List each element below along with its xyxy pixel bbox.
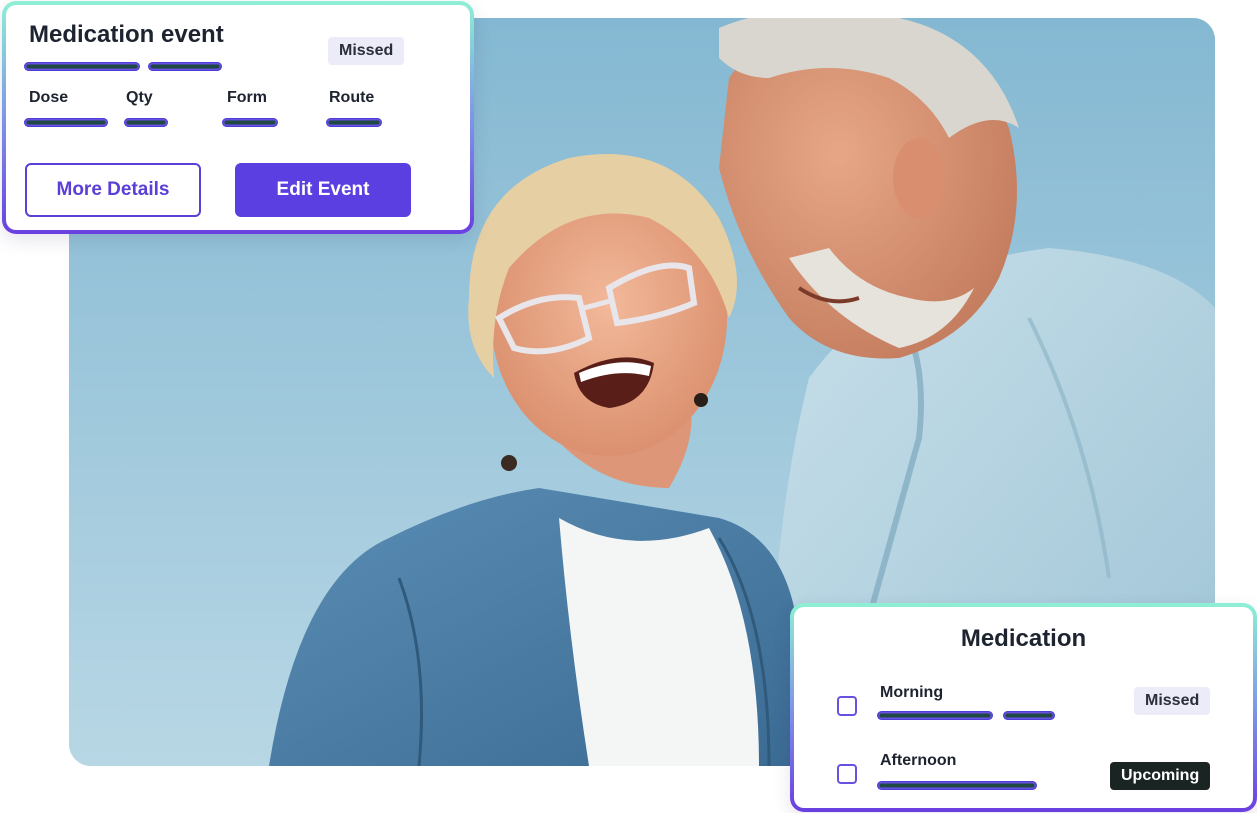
morning-status-badge: Missed — [1134, 687, 1211, 715]
route-value-placeholder — [327, 119, 381, 126]
placeholder-bar — [25, 63, 139, 70]
placeholder-bar — [149, 63, 221, 70]
event-status-badge: Missed — [328, 37, 405, 65]
morning-placeholder-bar — [1004, 712, 1054, 719]
event-card-title: Medication event — [29, 21, 224, 48]
field-label-form: Form — [227, 89, 267, 106]
medication-schedule-card-body: Medication Morning Missed Afternoon Upco… — [794, 607, 1253, 808]
medication-event-card: Medication event Missed Dose Qty Form Ro… — [2, 1, 474, 234]
medication-event-card-body: Medication event Missed Dose Qty Form Ro… — [6, 5, 470, 230]
form-value-placeholder — [223, 119, 277, 126]
morning-placeholder-bar — [878, 712, 992, 719]
afternoon-label: Afternoon — [880, 752, 957, 769]
morning-label: Morning — [880, 684, 944, 701]
afternoon-status-badge: Upcoming — [1110, 762, 1211, 790]
edit-event-button[interactable]: Edit Event — [235, 163, 411, 217]
more-details-button[interactable]: More Details — [25, 163, 201, 217]
qty-value-placeholder — [125, 119, 167, 126]
morning-checkbox[interactable] — [837, 696, 857, 716]
afternoon-placeholder-bar — [878, 782, 1036, 789]
dose-value-placeholder — [25, 119, 107, 126]
field-label-qty: Qty — [126, 89, 153, 106]
field-label-route: Route — [329, 89, 375, 106]
medication-schedule-card: Medication Morning Missed Afternoon Upco… — [790, 603, 1257, 812]
afternoon-checkbox[interactable] — [837, 764, 857, 784]
field-label-dose: Dose — [29, 89, 69, 106]
medication-card-title: Medication — [960, 625, 1087, 652]
